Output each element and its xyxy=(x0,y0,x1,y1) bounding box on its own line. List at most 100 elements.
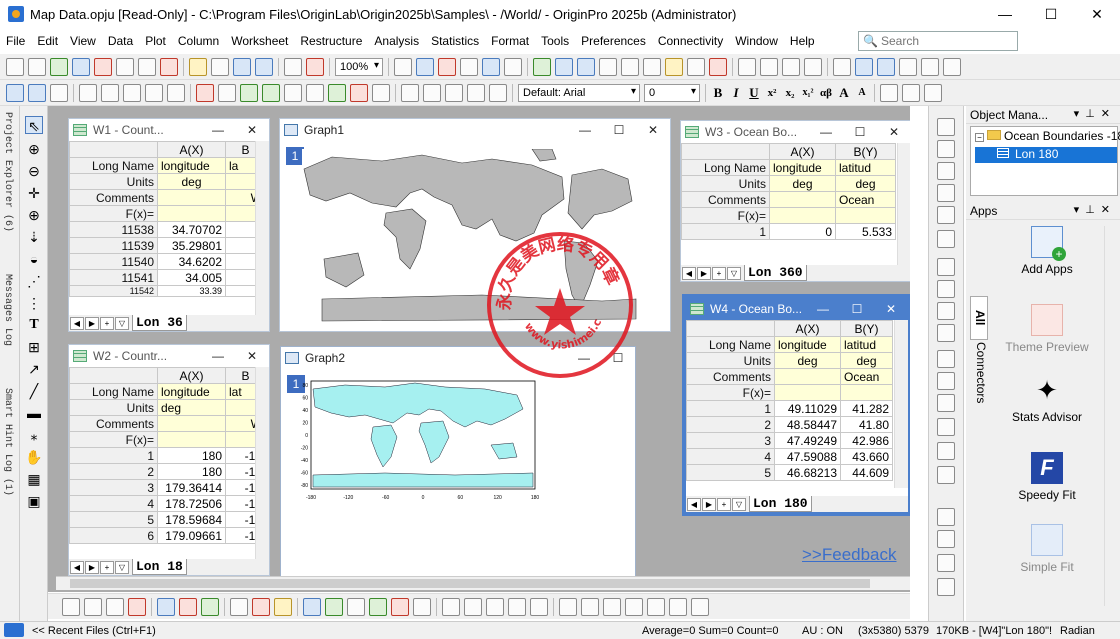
regional-mask-icon[interactable]: ⋰ xyxy=(25,272,43,290)
filter-icon[interactable] xyxy=(921,57,939,76)
search-box[interactable]: 🔍 xyxy=(858,31,1018,51)
theme-2-icon[interactable] xyxy=(464,597,482,616)
menu-column[interactable]: Column xyxy=(172,34,225,48)
rectangle-tool-icon[interactable]: ▬ xyxy=(25,404,43,422)
layer-top-icon[interactable] xyxy=(937,394,955,412)
menu-plot[interactable]: Plot xyxy=(139,34,172,48)
add-column-icon[interactable] xyxy=(687,57,705,76)
w1-scrollbar[interactable] xyxy=(255,141,269,315)
cell[interactable]: 34.6202 xyxy=(157,253,226,270)
w3-close[interactable]: ✕ xyxy=(877,125,910,139)
cell[interactable] xyxy=(774,384,841,401)
w4-titlebar[interactable]: W4 - Ocean Bo... — ☐ ✕ xyxy=(686,298,908,320)
close-button[interactable]: ✕ xyxy=(1074,0,1120,28)
minimize-button[interactable]: — xyxy=(982,0,1028,28)
cell[interactable]: deg xyxy=(769,175,836,192)
new-project-icon[interactable] xyxy=(6,57,24,76)
new-folder-icon[interactable] xyxy=(28,57,46,76)
zoom-window-icon[interactable] xyxy=(555,57,573,76)
smart-hint-log-tab[interactable]: Smart Hint Log (1) xyxy=(2,388,13,496)
subscript-button[interactable]: x₂ xyxy=(781,87,799,99)
w2-close[interactable]: ✕ xyxy=(235,349,269,363)
cell[interactable] xyxy=(769,207,836,224)
graph1-minimize[interactable]: — xyxy=(568,123,602,137)
add-sheet-icon[interactable]: + xyxy=(712,266,726,280)
results-log-icon[interactable] xyxy=(504,57,522,76)
line-color-icon[interactable] xyxy=(902,83,920,102)
gray-plot-icon[interactable] xyxy=(413,597,431,616)
fill-color-icon[interactable] xyxy=(350,83,368,102)
cell[interactable]: 46.68213 xyxy=(774,464,841,481)
cell[interactable]: Ocean xyxy=(835,191,896,208)
app-theme-preview[interactable]: Theme Preview xyxy=(988,304,1106,354)
nonlinear-fit-icon[interactable] xyxy=(937,162,955,180)
graph2-window[interactable]: Graph2 — ☐ 1 80 60 40 20 0 -20 -40 -60 -80 -180 -1… xyxy=(280,346,636,578)
sheet-list-icon[interactable]: ▽ xyxy=(732,497,746,511)
pointer-icon[interactable]: ⇖ xyxy=(25,116,43,134)
workspace-hscroll-thumb[interactable] xyxy=(70,579,870,588)
area-plot-icon[interactable] xyxy=(201,597,219,616)
new-layout-icon[interactable] xyxy=(160,57,178,76)
new-matrix-icon[interactable] xyxy=(94,57,112,76)
menu-help[interactable]: Help xyxy=(784,34,821,48)
messages-icon[interactable] xyxy=(665,57,683,76)
script-window-icon[interactable] xyxy=(621,57,639,76)
scatter-plot-icon[interactable] xyxy=(84,597,102,616)
feedback-link[interactable]: >>Feedback xyxy=(802,545,897,565)
menu-tools[interactable]: Tools xyxy=(535,34,575,48)
cell[interactable]: 180 xyxy=(157,447,226,464)
cell[interactable]: latitud xyxy=(840,336,893,353)
multi-panel-icon[interactable] xyxy=(157,597,175,616)
w1-sheet[interactable]: A(X) B Long Name longitude la Units deg Comm… xyxy=(69,141,266,297)
superscript-button[interactable]: x² xyxy=(763,87,781,99)
3d-rotate-6-icon[interactable] xyxy=(669,597,687,616)
theme-3-icon[interactable] xyxy=(486,597,504,616)
cell[interactable]: 48.58447 xyxy=(774,416,841,433)
zoom-in-icon[interactable]: ⊕ xyxy=(25,140,43,158)
add-sheet-icon[interactable]: + xyxy=(100,316,114,330)
command-window-icon[interactable] xyxy=(599,57,617,76)
menu-window[interactable]: Window xyxy=(729,34,784,48)
sort-icon[interactable] xyxy=(782,57,800,76)
cell[interactable] xyxy=(769,191,836,208)
cell[interactable]: 179.09661 xyxy=(157,527,226,544)
messages-log-tab[interactable]: Messages Log xyxy=(2,274,13,346)
menu-data[interactable]: Data xyxy=(102,34,139,48)
copy-icon[interactable] xyxy=(423,83,441,102)
apps-tab-all[interactable]: All xyxy=(970,296,988,340)
first-sheet-icon[interactable]: ◀ xyxy=(70,560,84,574)
graph1-close[interactable]: ✕ xyxy=(636,123,670,137)
save-template-icon[interactable] xyxy=(255,57,273,76)
collapse-icon[interactable]: − xyxy=(975,133,984,142)
cell[interactable]: 178.72506 xyxy=(157,495,226,512)
new-notes-icon[interactable] xyxy=(138,57,156,76)
3d-rotate-1-icon[interactable] xyxy=(559,597,577,616)
cell[interactable]: deg xyxy=(157,399,226,416)
cell[interactable]: 35.29801 xyxy=(157,237,226,254)
w2-minimize[interactable]: — xyxy=(201,349,235,363)
cell[interactable]: 179.36414 xyxy=(157,479,226,496)
cell[interactable] xyxy=(774,368,841,385)
apps-gallery-icon[interactable] xyxy=(643,57,661,76)
cell[interactable] xyxy=(157,205,226,222)
cell[interactable]: 5.533 xyxy=(835,223,896,240)
cell[interactable]: deg xyxy=(835,175,896,192)
next-sheet-icon[interactable]: ▶ xyxy=(85,560,99,574)
search-input[interactable] xyxy=(881,34,1011,48)
sum-icon[interactable] xyxy=(760,57,778,76)
w1-close[interactable]: ✕ xyxy=(235,123,269,137)
3d-plot-icon[interactable] xyxy=(303,597,321,616)
back-arrow-icon[interactable] xyxy=(6,83,24,102)
workbook-w4[interactable]: W4 - Ocean Bo... — ☐ ✕ A(X) B(Y) Long Name l… xyxy=(682,294,910,516)
save-project-icon[interactable] xyxy=(233,57,251,76)
cell[interactable]: 47.59088 xyxy=(774,448,841,465)
cell[interactable]: 178.59684 xyxy=(157,511,226,528)
menu-worksheet[interactable]: Worksheet xyxy=(225,34,294,48)
font-size-combo[interactable]: 0 xyxy=(644,83,700,102)
pointer-move-icon[interactable] xyxy=(79,83,97,102)
stack-layers-icon[interactable] xyxy=(937,324,955,342)
cell[interactable] xyxy=(835,207,896,224)
3d-rotate-7-icon[interactable] xyxy=(691,597,709,616)
new-workbook-icon[interactable] xyxy=(50,57,68,76)
integrate-icon[interactable] xyxy=(937,230,955,248)
